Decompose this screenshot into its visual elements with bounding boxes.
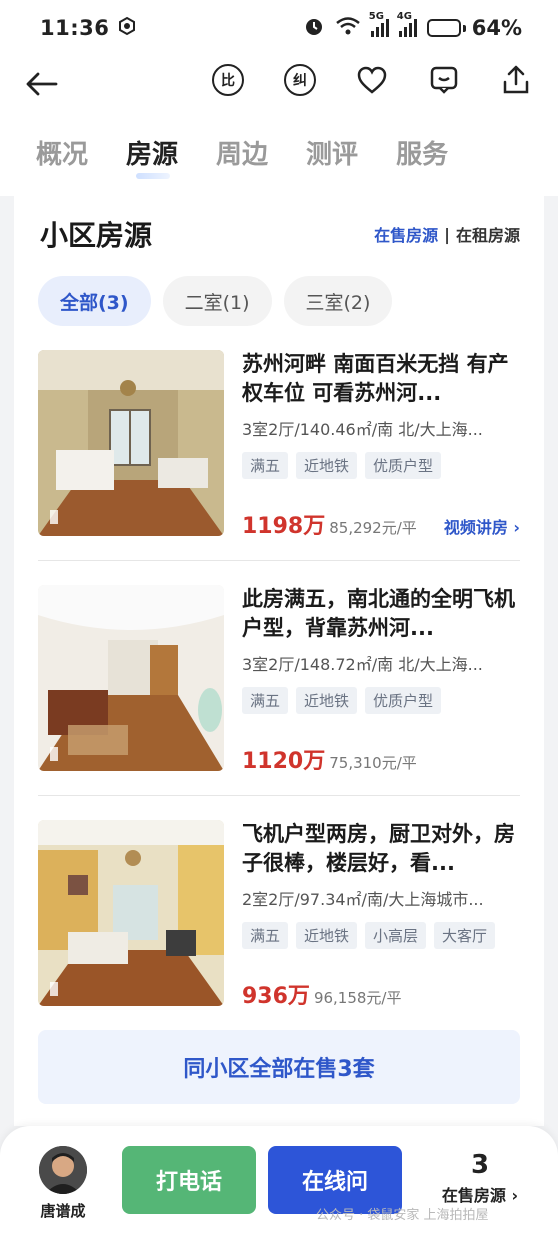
heart-icon[interactable] bbox=[354, 62, 390, 98]
listing-tag: 满五 bbox=[242, 687, 289, 714]
listing-tag: 小高层 bbox=[365, 922, 427, 949]
link-separator: | bbox=[444, 224, 450, 244]
listings-card: 小区房源 在售房源 | 在租房源 全部(3) 二室(1) 三室(2) 苏州河畔 … bbox=[14, 196, 544, 1126]
on-sale-count: 3 bbox=[470, 1150, 490, 1180]
listing-photo bbox=[38, 820, 224, 1006]
tab-reviews[interactable]: 测评 bbox=[306, 134, 358, 181]
compare-icon[interactable]: 比 bbox=[210, 62, 246, 98]
network-4g-label: 4G bbox=[396, 11, 412, 22]
message-icon[interactable] bbox=[426, 62, 462, 98]
listing-unit-price: 96,158元/平 bbox=[313, 989, 402, 1007]
battery-percent: 64% bbox=[471, 16, 522, 40]
listing-photo bbox=[38, 585, 224, 771]
divider bbox=[38, 560, 520, 561]
divider bbox=[38, 795, 520, 796]
top-nav-bar: 比 纠 bbox=[0, 56, 558, 112]
listing-price: 1120万 bbox=[242, 749, 326, 774]
filter-all[interactable]: 全部(3) bbox=[38, 276, 151, 326]
listing-tag: 满五 bbox=[242, 922, 289, 949]
link-for-sale[interactable]: 在售房源 bbox=[374, 222, 438, 246]
listing-tag: 近地铁 bbox=[296, 452, 358, 479]
filter-three-room[interactable]: 三室(2) bbox=[283, 276, 393, 326]
listing-price: 1198万 bbox=[242, 514, 326, 539]
avatar bbox=[39, 1146, 87, 1194]
listing-title: 飞机户型两房，厨卫对外，房子很棒，楼层好，看... bbox=[242, 822, 515, 875]
listing-meta: 3室2厅/148.72㎡/南 北/大上海... bbox=[242, 655, 483, 674]
tab-overview[interactable]: 概况 bbox=[36, 134, 88, 181]
tab-surroundings[interactable]: 周边 bbox=[216, 134, 268, 181]
tab-listings[interactable]: 房源 bbox=[126, 134, 178, 181]
watermark-text: 公众号 · 袋鼠安家 上海拍拍屋 bbox=[316, 1208, 489, 1223]
network-5g-label: 5G bbox=[368, 11, 384, 22]
listing-title: 此房满五，南北通的全明飞机户型，背靠苏州河... bbox=[242, 587, 515, 640]
status-bar: 11:36 5G 4G 64% bbox=[0, 0, 558, 56]
listing-tag: 优质户型 bbox=[365, 687, 442, 714]
alarm-icon bbox=[303, 15, 325, 42]
listing-unit-price: 75,310元/平 bbox=[329, 754, 417, 772]
call-button[interactable]: 打电话 bbox=[122, 1146, 256, 1214]
listing-unit-price: 85,292元/平 bbox=[329, 519, 417, 537]
agent-profile[interactable]: 唐谱成 bbox=[30, 1146, 96, 1221]
on-sale-listings[interactable]: 3 在售房源 › bbox=[432, 1150, 528, 1206]
video-tour-link[interactable]: 视频讲房 › bbox=[444, 514, 520, 538]
agent-name: 唐谱成 bbox=[40, 1202, 86, 1220]
listing-item[interactable]: 苏州河畔 南面百米无挡 有产权车位 可看苏州河... 3室2厅/140.46㎡/… bbox=[38, 350, 520, 539]
listing-photo bbox=[38, 350, 224, 536]
correction-icon[interactable]: 纠 bbox=[282, 62, 318, 98]
signal-4g-icon: 4G bbox=[397, 11, 417, 37]
wifi-icon bbox=[335, 16, 361, 41]
view-all-listings-button[interactable]: 同小区全部在售3套 bbox=[38, 1030, 520, 1104]
battery-icon bbox=[426, 19, 461, 37]
signal-5g-icon: 5G bbox=[369, 11, 389, 37]
section-tabs: 概况 房源 周边 测评 服务 bbox=[0, 112, 558, 196]
on-sale-label: 在售房源 › bbox=[441, 1186, 519, 1205]
status-time: 11:36 bbox=[40, 16, 110, 40]
tab-services[interactable]: 服务 bbox=[396, 134, 448, 181]
back-icon[interactable] bbox=[20, 64, 62, 104]
filter-two-room[interactable]: 二室(1) bbox=[162, 276, 272, 326]
listing-meta: 2室2厅/97.34㎡/南/大上海城市... bbox=[242, 890, 484, 909]
listing-title: 苏州河畔 南面百米无挡 有产权车位 可看苏州河... bbox=[242, 352, 509, 405]
listing-tag: 满五 bbox=[242, 452, 289, 479]
bottom-action-bar: 唐谱成 打电话 在线问 3 在售房源 › 公众号 · 袋鼠安家 上海拍拍屋 bbox=[0, 1126, 558, 1234]
link-for-rent[interactable]: 在租房源 bbox=[456, 222, 520, 246]
listing-tag: 近地铁 bbox=[296, 687, 358, 714]
listing-price: 936万 bbox=[242, 984, 310, 1009]
battery-indicator: 64% bbox=[426, 16, 522, 40]
listing-tag: 大客厅 bbox=[434, 922, 496, 949]
share-icon[interactable] bbox=[498, 62, 534, 98]
room-filters: 全部(3) 二室(1) 三室(2) bbox=[38, 276, 393, 326]
listing-tag: 近地铁 bbox=[296, 922, 358, 949]
listing-meta: 3室2厅/140.46㎡/南 北/大上海... bbox=[242, 420, 483, 439]
section-title: 小区房源 bbox=[40, 219, 153, 252]
listing-item[interactable]: 此房满五，南北通的全明飞机户型，背靠苏州河... 3室2厅/148.72㎡/南 … bbox=[38, 585, 520, 774]
listing-item[interactable]: 飞机户型两房，厨卫对外，房子很棒，楼层好，看... 2室2厅/97.34㎡/南/… bbox=[38, 820, 520, 1009]
listing-tag: 优质户型 bbox=[365, 452, 442, 479]
notification-icon bbox=[117, 16, 137, 41]
